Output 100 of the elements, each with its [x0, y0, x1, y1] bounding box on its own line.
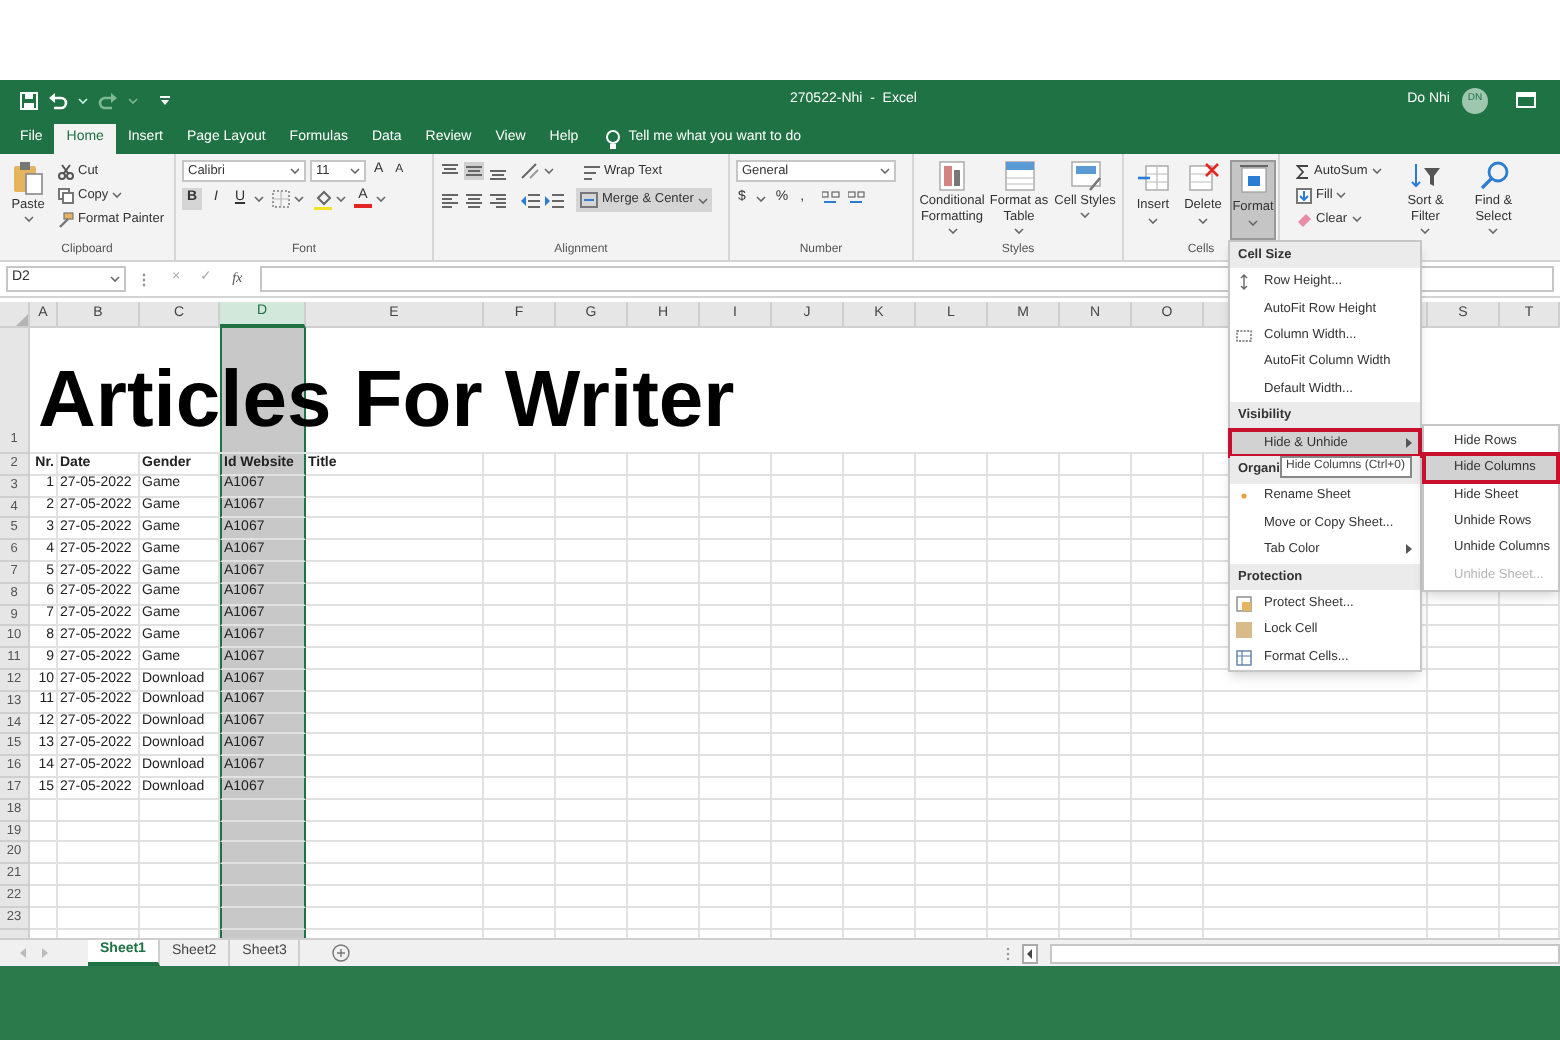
- empty-cell: [700, 756, 772, 778]
- scissors-icon: [58, 163, 74, 179]
- empty-cell: [1428, 799, 1500, 822]
- empty-cell: [988, 669, 1060, 692]
- empty-cell: [484, 864, 556, 886]
- fill-bucket-icon[interactable]: [314, 189, 332, 209]
- empty-cell: [1132, 777, 1204, 800]
- empty-cell: [556, 497, 628, 519]
- decrease-decimal-icon[interactable]: [848, 190, 867, 207]
- empty-cell: [628, 691, 700, 714]
- empty-cell: [1132, 713, 1204, 735]
- empty-cell: [484, 648, 556, 670]
- empty-cell: [1060, 821, 1132, 843]
- empty-cell: [556, 713, 628, 735]
- empty-cell: [988, 605, 1060, 627]
- empty-cell: [556, 885, 628, 908]
- empty-cell: [700, 842, 772, 865]
- add-sheet-icon[interactable]: [332, 944, 351, 962]
- save-icon[interactable]: [20, 91, 38, 109]
- empty-cell: [844, 669, 916, 692]
- ribbon-display-icon[interactable]: [1516, 92, 1536, 108]
- empty-cell: [916, 691, 988, 714]
- undo-icon[interactable]: [48, 91, 68, 109]
- empty-cell: [484, 561, 556, 584]
- empty-cell: [1132, 821, 1204, 843]
- caret-icon: [697, 197, 708, 203]
- redo-icon[interactable]: [98, 91, 118, 109]
- align-right-icon: [488, 191, 508, 209]
- increase-decimal-icon[interactable]: [822, 190, 841, 207]
- empty-cell: [628, 756, 700, 778]
- empty-cell: [700, 626, 772, 649]
- sparkle-icon: [1236, 488, 1252, 505]
- empty-cell: [1500, 756, 1560, 778]
- scroll-left-button-icon[interactable]: [1022, 943, 1038, 963]
- empty-cell: [1500, 907, 1560, 930]
- empty-cell: [556, 583, 628, 606]
- horizontal-scrollbar[interactable]: [1050, 943, 1560, 963]
- empty-cell: [700, 454, 772, 476]
- empty-cell: [556, 561, 628, 584]
- empty-cell: [484, 518, 556, 541]
- empty-cell: [988, 691, 1060, 714]
- customize-icon[interactable]: [160, 95, 170, 105]
- empty-cell: [628, 583, 700, 606]
- empty-cell: [916, 713, 988, 735]
- empty-cell: [772, 713, 844, 735]
- empty-cell: [484, 756, 556, 778]
- empty-cell: [1500, 669, 1560, 692]
- empty-cell: [1428, 907, 1500, 930]
- empty-cell: [58, 907, 140, 930]
- empty-cell: [628, 605, 700, 627]
- empty-cell: [628, 777, 700, 800]
- caret-icon: [1371, 168, 1382, 174]
- insert-cells-icon: [1137, 162, 1169, 194]
- increase-indent-icon[interactable]: [544, 191, 564, 209]
- empty-cell: [484, 583, 556, 606]
- empty-cell: [556, 475, 628, 498]
- caret-icon: [544, 168, 554, 174]
- caret-icon: [23, 215, 33, 222]
- empty-cell: [988, 540, 1060, 562]
- empty-cell: [844, 540, 916, 562]
- caret-icon: [1351, 216, 1362, 222]
- empty-cell: [916, 734, 988, 757]
- empty-cell: [700, 734, 772, 757]
- empty-cell: [556, 605, 628, 627]
- empty-cell: [628, 821, 700, 843]
- borders-icon[interactable]: [272, 190, 290, 208]
- caret-icon: [128, 97, 138, 103]
- empty-cell: [772, 518, 844, 541]
- caret-icon: [294, 196, 304, 202]
- empty-cell: [700, 605, 772, 627]
- caret-icon: [1488, 228, 1499, 234]
- lock-icon: [1236, 622, 1252, 639]
- empty-cell: [988, 583, 1060, 606]
- empty-cell: [988, 756, 1060, 778]
- empty-cell: [1132, 626, 1204, 649]
- empty-cell: [988, 799, 1060, 822]
- decrease-indent-icon[interactable]: [520, 191, 540, 209]
- empty-cell: [988, 475, 1060, 498]
- empty-cell: [916, 605, 988, 627]
- caret-icon: [1420, 228, 1431, 234]
- empty-cell: [1428, 648, 1500, 670]
- empty-cell: [556, 691, 628, 714]
- empty-cell: [220, 907, 306, 930]
- empty-cell: [772, 605, 844, 627]
- caret-icon: [1198, 217, 1208, 224]
- empty-cell: [916, 842, 988, 865]
- empty-cell: [220, 821, 306, 843]
- empty-cell: [916, 648, 988, 670]
- empty-cell: [556, 907, 628, 930]
- text-orientation-icon[interactable]: [520, 162, 540, 180]
- empty-cell: [1500, 648, 1560, 670]
- empty-cell: [1132, 756, 1204, 778]
- empty-cell: [844, 907, 916, 930]
- empty-cell: [628, 907, 700, 930]
- empty-cell: [628, 540, 700, 562]
- empty-cell: [772, 734, 844, 757]
- empty-cell: [844, 713, 916, 735]
- empty-cell: [1500, 842, 1560, 865]
- empty-cell: [700, 691, 772, 714]
- empty-cell: [772, 626, 844, 649]
